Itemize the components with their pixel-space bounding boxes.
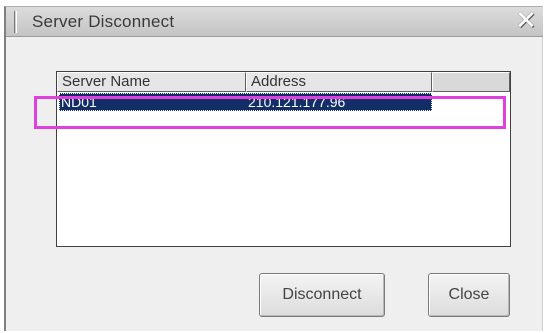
close-button[interactable]: Close <box>428 273 510 317</box>
disconnect-button[interactable]: Disconnect <box>259 273 385 317</box>
server-list[interactable]: Server Name Address ND01 210.121.177.96 <box>56 71 511 247</box>
address-cell: 210.121.177.96 <box>248 94 346 110</box>
list-item[interactable]: ND01 210.121.177.96 <box>59 93 432 111</box>
dialog-title: Server Disconnect <box>32 12 175 31</box>
column-header-server-name[interactable]: Server Name <box>57 72 246 92</box>
column-header-address[interactable]: Address <box>246 72 432 92</box>
server-name-cell: ND01 <box>61 94 97 110</box>
close-icon[interactable]: ✕ <box>513 8 539 34</box>
list-header: Server Name Address <box>57 72 510 92</box>
column-header-filler <box>432 72 510 92</box>
grip-icon <box>14 11 17 33</box>
title-bar[interactable]: Server Disconnect ✕ <box>6 7 543 37</box>
